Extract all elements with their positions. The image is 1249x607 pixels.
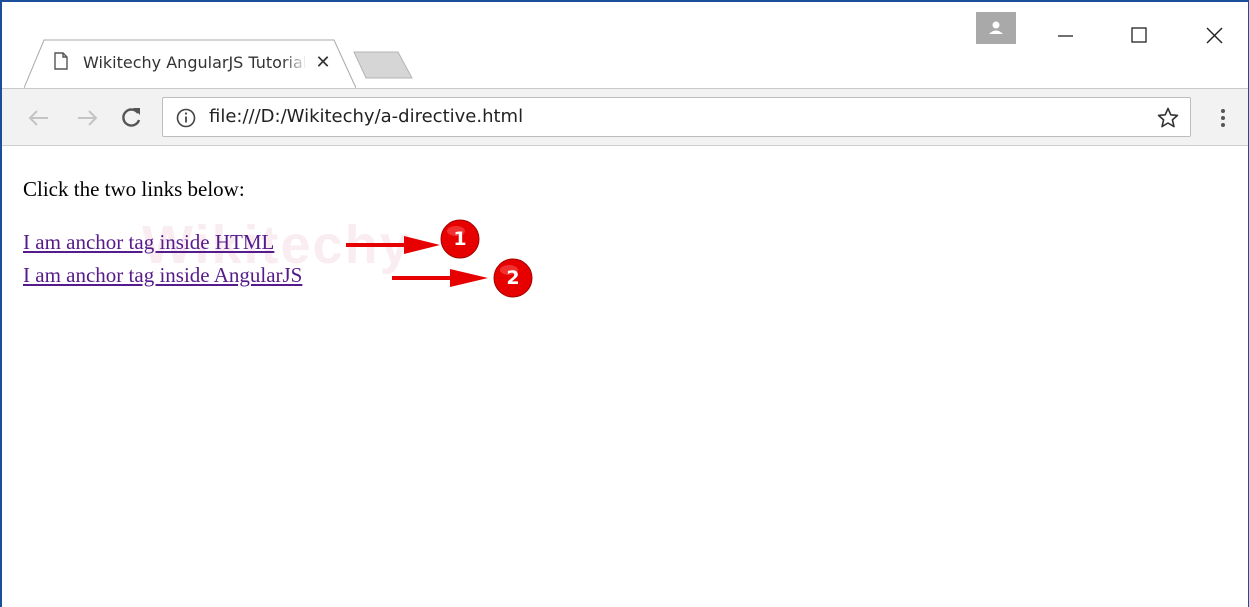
close-icon[interactable] [1191, 12, 1235, 56]
annotation-arrow-1 [346, 236, 440, 254]
minimize-icon[interactable] [1043, 12, 1087, 56]
browser-tab[interactable]: Wikitechy AngularJS Tutorial ✕ [24, 38, 356, 88]
url-text[interactable]: file:///D:/Wikitechy/a-directive.html [209, 98, 523, 136]
reload-icon[interactable] [116, 103, 146, 133]
intro-text: Click the two links below: [23, 177, 245, 201]
annotation-number-2: 2 [506, 267, 520, 289]
address-bar[interactable]: file:///D:/Wikitechy/a-directive.html [162, 97, 1191, 137]
tab-title-fade [282, 52, 308, 74]
annotation-badge-2: 2 [493, 258, 533, 298]
new-tab-button[interactable] [352, 50, 414, 80]
annotation-arrow-2 [392, 269, 488, 287]
info-icon[interactable] [175, 107, 197, 129]
profile-icon [989, 21, 1003, 34]
annotation-badge-1: 1 [440, 219, 480, 259]
angularjs-anchor-link[interactable]: I am anchor tag inside AngularJS [23, 263, 302, 288]
annotation-number-1: 1 [453, 228, 467, 250]
forward-arrow-icon[interactable] [72, 103, 102, 133]
browser-window: Wikitechy AngularJS Tutorial ✕ file:///D… [0, 0, 1249, 607]
profile-button[interactable] [976, 12, 1016, 44]
tab-close-icon[interactable]: ✕ [312, 52, 334, 74]
back-arrow-icon[interactable] [24, 103, 54, 133]
html-anchor-link[interactable]: I am anchor tag inside HTML [23, 230, 274, 255]
browser-toolbar: file:///D:/Wikitechy/a-directive.html [2, 88, 1248, 146]
title-bar: Wikitechy AngularJS Tutorial ✕ [2, 2, 1248, 88]
star-icon[interactable] [1156, 106, 1180, 130]
maximize-icon[interactable] [1117, 12, 1161, 56]
page-content: Wikitechy Click the two links below: I a… [2, 146, 1248, 607]
tab-title: Wikitechy AngularJS Tutorial [83, 53, 305, 72]
kebab-menu-icon[interactable] [1210, 103, 1236, 133]
page-icon [54, 52, 68, 70]
